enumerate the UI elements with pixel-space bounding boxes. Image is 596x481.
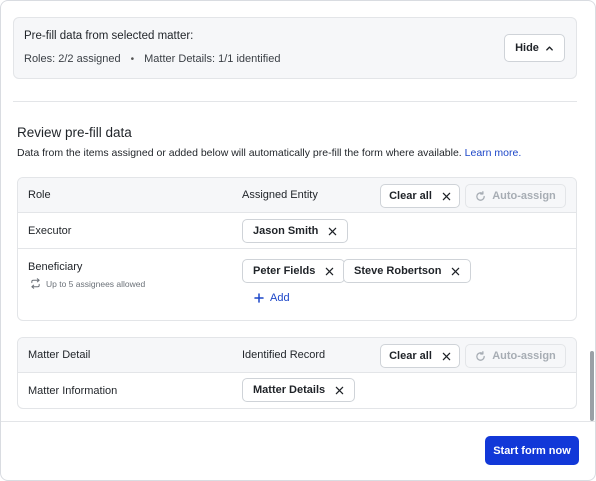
learn-more-link[interactable]: Learn more.: [465, 147, 522, 159]
refresh-icon: [476, 350, 486, 361]
matter-summary: Matter Details: 1/1 identified: [144, 53, 281, 65]
close-icon: [442, 192, 451, 200]
roles-table: Role Assigned Entity Clear all Auto-assi…: [17, 177, 577, 321]
col-role: Role: [28, 189, 51, 201]
hide-button[interactable]: Hide: [504, 34, 565, 62]
auto-assign-label: Auto-assign: [492, 190, 556, 202]
role-label: Executor: [28, 225, 72, 237]
separator-dot: •: [130, 53, 135, 65]
roles-table-header: Role Assigned Entity Clear all Auto-assi…: [18, 178, 576, 213]
entity-chip-peter-fields: Peter Fields: [242, 259, 346, 283]
repeat-icon: [31, 278, 40, 289]
auto-assign-matter-button[interactable]: Auto-assign: [465, 344, 566, 368]
chip-label: Matter Details: [253, 384, 326, 396]
plus-icon: [254, 293, 264, 303]
remove-icon[interactable]: [451, 267, 460, 276]
add-assignee-button[interactable]: Add: [254, 292, 290, 304]
review-description-text: Data from the items assigned or added be…: [17, 147, 462, 159]
chip-label: Peter Fields: [253, 265, 316, 277]
matter-table-header: Matter Detail Identified Record Clear al…: [18, 338, 576, 373]
remove-icon[interactable]: [328, 227, 337, 236]
clear-all-label: Clear all: [389, 190, 432, 202]
table-row-beneficiary: Beneficiary Up to 5 assignees allowed Pe…: [18, 249, 576, 320]
hide-button-label: Hide: [515, 42, 539, 54]
dialog: Pre-fill data from selected matter: Role…: [0, 0, 596, 481]
role-label: Beneficiary: [28, 261, 83, 273]
auto-assign-roles-button[interactable]: Auto-assign: [465, 184, 566, 208]
add-label: Add: [270, 292, 290, 304]
refresh-icon: [476, 190, 486, 201]
col-assigned-entity: Assigned Entity: [242, 189, 318, 201]
clear-all-roles-button[interactable]: Clear all: [380, 184, 460, 208]
close-icon: [442, 352, 451, 360]
record-chip-matter-details: Matter Details: [242, 378, 356, 402]
clear-all-label: Clear all: [389, 350, 432, 362]
prefill-summary-line: Roles: 2/2 assigned • Matter Details: 1/…: [24, 53, 281, 65]
col-identified-record: Identified Record: [242, 349, 326, 361]
table-row-matter-information: Matter Information Matter Details: [18, 373, 576, 408]
chip-label: Jason Smith: [253, 225, 319, 237]
entity-chip-jason-smith: Jason Smith: [242, 219, 349, 243]
review-title: Review pre-fill data: [17, 125, 132, 140]
table-row-executor: Executor Jason Smith: [18, 213, 576, 249]
remove-icon[interactable]: [335, 386, 344, 395]
auto-assign-label: Auto-assign: [492, 350, 556, 362]
scrollbar-thumb[interactable]: [590, 351, 594, 421]
footer-divider: [1, 421, 595, 422]
entity-chip-steve-robertson: Steve Robertson: [343, 259, 472, 283]
matter-detail-label: Matter Information: [28, 385, 118, 397]
chip-label: Steve Robertson: [354, 265, 442, 277]
col-matter-detail: Matter Detail: [28, 349, 91, 361]
matter-table: Matter Detail Identified Record Clear al…: [17, 337, 577, 409]
hint-text: Up to 5 assignees allowed: [46, 278, 146, 289]
prefill-title: Pre-fill data from selected matter:: [24, 30, 194, 42]
assignee-limit-hint: Up to 5 assignees allowed: [30, 278, 145, 289]
roles-summary: Roles: 2/2 assigned: [24, 53, 121, 65]
prefill-summary-panel: Pre-fill data from selected matter: Role…: [13, 17, 577, 79]
clear-all-matter-button[interactable]: Clear all: [380, 344, 460, 368]
chevron-up-icon: [546, 45, 553, 51]
remove-icon[interactable]: [325, 267, 334, 276]
start-form-button[interactable]: Start form now: [485, 436, 579, 465]
section-divider: [13, 101, 577, 102]
review-description: Data from the items assigned or added be…: [17, 147, 521, 159]
